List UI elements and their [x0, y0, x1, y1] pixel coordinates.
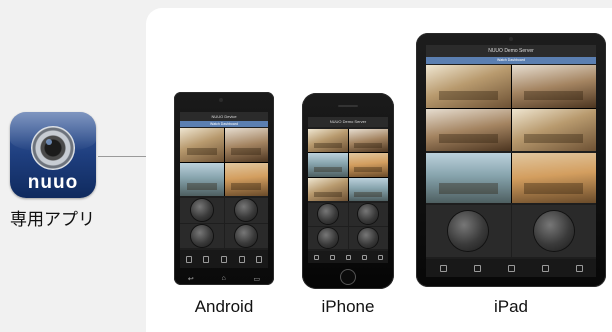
- android-toolbar: [180, 250, 268, 268]
- ipad-camera-grid-top: [426, 65, 596, 151]
- camera-view[interactable]: [180, 162, 224, 196]
- camera-view[interactable]: [308, 177, 348, 201]
- android-tab-bar: Watch Dashboard: [180, 121, 268, 127]
- iphone-toolbar: [308, 251, 388, 263]
- camera-view[interactable]: [224, 162, 268, 196]
- camera-view[interactable]: [348, 129, 388, 153]
- camera-view[interactable]: [180, 128, 224, 162]
- iphone-screen: NUUO Demo Server: [308, 117, 388, 263]
- layout-icon[interactable]: [203, 255, 210, 263]
- camera-lens-icon: [31, 126, 75, 170]
- layout-icon[interactable]: [256, 255, 263, 263]
- layout-icon[interactable]: [473, 264, 481, 272]
- layout-icon[interactable]: [329, 254, 335, 260]
- product-diagram: nuuo 専用アプリ NUUO Device Watch Dashboard ↩…: [0, 0, 612, 332]
- android-label: Android: [194, 297, 254, 316]
- camera-view[interactable]: [511, 108, 596, 151]
- app-caption: 専用アプリ: [10, 210, 95, 229]
- app-brand-text: nuuo: [27, 172, 79, 193]
- ptz-dial[interactable]: [308, 226, 348, 249]
- ptz-dial[interactable]: [348, 226, 388, 249]
- layout-icon[interactable]: [575, 264, 583, 272]
- ipad-screen: NUUO Demo Server Watch Dashboard: [426, 45, 596, 277]
- camera-view[interactable]: [348, 153, 388, 177]
- camera-view[interactable]: [426, 108, 511, 151]
- ptz-dial[interactable]: [348, 203, 388, 226]
- android-screen: NUUO Device Watch Dashboard: [180, 112, 268, 268]
- camera-view[interactable]: [308, 153, 348, 177]
- ipad-camera-grid-bottom: [426, 153, 596, 203]
- android-phone: NUUO Device Watch Dashboard ↩ ⌂ ▭: [174, 92, 274, 285]
- layout-icon[interactable]: [377, 254, 383, 260]
- ptz-dial[interactable]: [308, 203, 348, 226]
- iphone-camera-grid: [308, 129, 388, 201]
- layout-icon[interactable]: [439, 264, 447, 272]
- iphone-ptz-area: [308, 203, 388, 249]
- home-button-icon[interactable]: [340, 269, 356, 285]
- camera-view[interactable]: [511, 153, 596, 203]
- ipad: NUUO Demo Server Watch Dashboard: [416, 33, 606, 287]
- speaker-grille: [338, 105, 358, 107]
- camera-view[interactable]: [308, 129, 348, 153]
- ptz-dial[interactable]: [224, 223, 268, 248]
- connector-line: [98, 156, 146, 157]
- recent-apps-icon[interactable]: ▭: [253, 275, 260, 283]
- front-camera: [509, 37, 513, 41]
- home-icon[interactable]: ⌂: [222, 275, 226, 283]
- layout-icon[interactable]: [185, 255, 192, 263]
- camera-view[interactable]: [511, 65, 596, 108]
- iphone-label: iPhone: [321, 297, 375, 316]
- back-icon[interactable]: ↩: [188, 275, 194, 283]
- android-camera-grid: [180, 128, 268, 196]
- ptz-dial[interactable]: [180, 223, 224, 248]
- iphone-title-bar: NUUO Demo Server: [308, 117, 388, 127]
- android-title-bar: NUUO Device: [180, 112, 268, 121]
- iphone: NUUO Demo Server: [302, 93, 394, 289]
- nuuo-app-icon[interactable]: nuuo: [10, 112, 96, 198]
- ipad-title-bar: NUUO Demo Server: [426, 45, 596, 57]
- ptz-dial[interactable]: [511, 205, 596, 257]
- layout-icon[interactable]: [507, 264, 515, 272]
- front-camera: [219, 98, 223, 102]
- layout-icon[interactable]: [361, 254, 367, 260]
- layout-icon[interactable]: [313, 254, 319, 260]
- ptz-dial[interactable]: [426, 205, 511, 257]
- layout-icon[interactable]: [345, 254, 351, 260]
- layout-icon[interactable]: [220, 255, 227, 263]
- android-ptz-area: [180, 198, 268, 248]
- ipad-tab-bar: Watch Dashboard: [426, 57, 596, 64]
- camera-view[interactable]: [426, 153, 511, 203]
- camera-view[interactable]: [348, 177, 388, 201]
- android-nav-buttons: ↩ ⌂ ▭: [174, 275, 274, 283]
- layout-icon[interactable]: [238, 255, 245, 263]
- ipad-ptz-area: [426, 205, 596, 257]
- layout-icon[interactable]: [541, 264, 549, 272]
- camera-view[interactable]: [426, 65, 511, 108]
- ptz-dial[interactable]: [224, 198, 268, 223]
- ipad-label: iPad: [493, 297, 529, 316]
- camera-view[interactable]: [224, 128, 268, 162]
- ptz-dial[interactable]: [180, 198, 224, 223]
- ipad-toolbar: [426, 259, 596, 277]
